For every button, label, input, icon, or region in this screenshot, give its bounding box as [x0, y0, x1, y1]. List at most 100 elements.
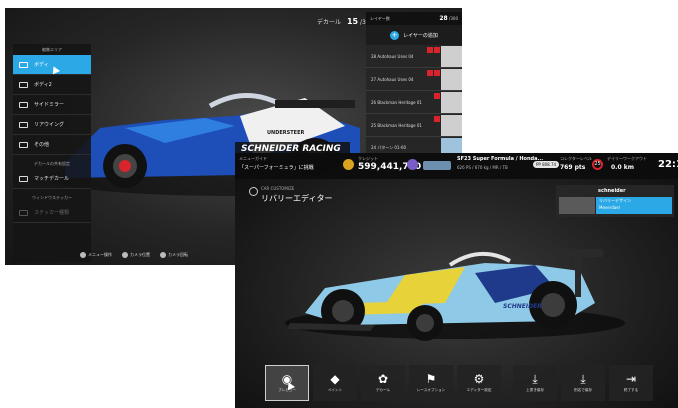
add-layer-label: レイヤーの追加: [403, 32, 438, 39]
hint-menu-operation: メニュー操作: [80, 252, 112, 258]
author-design-label: リバリーデザイン: [599, 198, 631, 203]
visibility-icon[interactable]: [434, 116, 440, 122]
layer-row-label: 26 Blackman Heritage 01: [371, 99, 422, 105]
menu-item-other[interactable]: その他: [13, 135, 91, 155]
layer-row-label: 24 パターン 01-60: [371, 145, 407, 150]
menu-item-body-label: ボディ: [34, 62, 49, 68]
layer-thumbnail: [441, 46, 462, 67]
car-body-icon: [19, 61, 28, 68]
clock: 22:1: [658, 159, 678, 170]
livery-author-card[interactable]: schneider リバリーデザイン Meverdael: [556, 185, 674, 217]
pp-badge: PP 808.74: [533, 161, 560, 168]
author-selection[interactable]: リバリーデザイン Meverdael: [596, 197, 672, 214]
car-name: SF23 Super Formula / Honda...: [457, 156, 544, 162]
race-option-button[interactable]: ⚑ レースオプション: [409, 365, 453, 401]
menu-item-match-decal-label: マッチデカール: [34, 176, 70, 182]
car-body2-icon: [19, 81, 28, 88]
save-as-icon: ⤓: [580, 372, 586, 386]
layer-thumbnail: [441, 115, 462, 136]
lock-icon[interactable]: [427, 70, 433, 76]
layer-row[interactable]: 25 Blackman Heritage 01: [366, 114, 462, 137]
other-parts-icon: [19, 141, 28, 148]
menu-item-window-sticker-label: ステッカー種類: [34, 210, 70, 216]
editor-settings-icon: ⚙: [473, 372, 485, 386]
layer-row[interactable]: 28 Autohaus Uses 04: [366, 45, 462, 68]
menu-item-other-label: その他: [34, 142, 50, 148]
save-overwrite-icon: ⤓: [532, 372, 538, 386]
daily-workout-label: デイリーワークアウト: [607, 156, 647, 161]
menu-item-body2[interactable]: ボディ2: [13, 75, 91, 95]
save-as-button[interactable]: ⤓ 別名で保存: [561, 365, 605, 401]
layer-row-label: 25 Blackman Heritage 01: [371, 122, 422, 128]
page-subtitle: CAR CUSTOMIZE: [261, 186, 295, 191]
window-sticker-icon: [19, 209, 28, 216]
race-option-label: レースオプション: [416, 388, 446, 392]
left-stick-icon: [122, 252, 128, 258]
hint-camera-position: カメラ位置: [122, 252, 150, 258]
exit-icon: ⇥: [625, 372, 637, 386]
paint-label: ペイント: [327, 388, 343, 392]
editor-settings-label: エディター設定: [466, 388, 492, 392]
visibility-icon[interactable]: [434, 70, 440, 76]
visibility-icon[interactable]: [434, 47, 440, 53]
layer-row-label: 28 Autohaus Uses 04: [371, 53, 414, 59]
decal-button[interactable]: ✿ デカール: [361, 365, 405, 401]
menu-guide-label: メニューガイド: [239, 156, 267, 161]
decal-label: デカール: [375, 388, 391, 392]
exit-label: 終了する: [623, 388, 639, 392]
editor-settings-button[interactable]: ⚙ エディター設定: [457, 365, 501, 401]
dpad-icon: [80, 252, 86, 258]
menu-item-rear-wing-label: リアウイング: [34, 122, 65, 128]
menu-item-rear-wing[interactable]: リアウイング: [13, 115, 91, 135]
collector-points: 769 pts: [560, 164, 586, 171]
exit-button[interactable]: ⇥ 終了する: [609, 365, 653, 401]
layer-count: レイヤー数 28 /300: [366, 12, 462, 25]
menu-item-side-mirror-label: サイドミラー: [34, 102, 65, 108]
menu-guide-value[interactable]: 「スーパーフォーミュラ」に挑戦: [239, 164, 314, 171]
controller-hints: メニュー操作 カメラ位置 カメラ回転: [80, 252, 188, 258]
menu-item-match-decal[interactable]: マッチデカール: [13, 169, 91, 189]
layer-row[interactable]: 27 Autohaus Uses 04: [366, 68, 462, 91]
decal-count: デカール 15 /300: [317, 17, 373, 26]
status-bar: メニューガイド 「スーパーフォーミュラ」に挑戦 クレジット 599,441,70…: [235, 153, 678, 179]
decal-icon: ✿: [377, 372, 389, 386]
visibility-icon[interactable]: [434, 93, 440, 99]
layer-row[interactable]: 26 Blackman Heritage 01: [366, 91, 462, 114]
layer-thumbnail: [441, 69, 462, 90]
collector-level-badge: 25: [592, 159, 603, 170]
collector-label: コレクターレベル: [560, 156, 592, 161]
lock-icon[interactable]: [427, 47, 433, 53]
layer-count-max: /300: [449, 16, 458, 21]
paint-button[interactable]: ◆ ペイント: [313, 365, 357, 401]
side-mirror-icon: [19, 101, 28, 108]
garage-icon: [407, 159, 418, 170]
right-stick-icon: [160, 252, 166, 258]
add-layer-button[interactable]: + レイヤーの追加: [366, 25, 462, 45]
match-decal-icon: [19, 175, 28, 182]
car-thumbnail: [423, 161, 451, 170]
author-user: Meverdael: [599, 205, 620, 210]
rear-wing-icon: [19, 121, 28, 128]
paint-icon: ◆: [330, 372, 340, 386]
window-sticker-header: ウィンドウステッカー: [32, 195, 72, 200]
hint-camera-rotate: カメラ回転: [160, 252, 188, 258]
layer-count-value: 28: [439, 15, 448, 22]
menu-item-side-mirror[interactable]: サイドミラー: [13, 95, 91, 115]
decal-count-label: デカール: [317, 19, 342, 26]
race-option-icon: ⚑: [425, 372, 437, 386]
page-title: リバリーエディター: [261, 194, 333, 203]
menu-item-window-sticker[interactable]: ステッカー種類: [13, 203, 91, 223]
composite-screenshot: SCHNEIDER RACING UNDERSTEER デカール 15 /300…: [0, 0, 678, 408]
livery-thumbnail: [559, 197, 595, 214]
decal-count-value: 15: [346, 17, 359, 26]
daily-workout-value: 0.0 km: [611, 164, 634, 171]
front-car-sponsor-text: SCHNEIDER: [503, 303, 542, 310]
layer-row-label: 27 Autohaus Uses 04: [371, 76, 414, 82]
save-overwrite-button[interactable]: ⤓ 上書き保存: [513, 365, 557, 401]
car-specs: 626 PS / 670 kg / MR / TB: [457, 165, 508, 170]
save-as-label: 別名で保存: [574, 388, 592, 392]
editor-toolbar: ◉ プレビュー ◆ ペイント ✿ デカール ⚑ レースオプション ⚙ エディター…: [265, 365, 655, 401]
save-overwrite-label: 上書き保存: [526, 388, 544, 392]
edit-area-header: 編集エリア: [42, 47, 62, 52]
livery-editor-screen: SCHNEIDER メニューガイド 「スーパーフォーミュラ」に挑戦 クレジット …: [235, 153, 678, 408]
